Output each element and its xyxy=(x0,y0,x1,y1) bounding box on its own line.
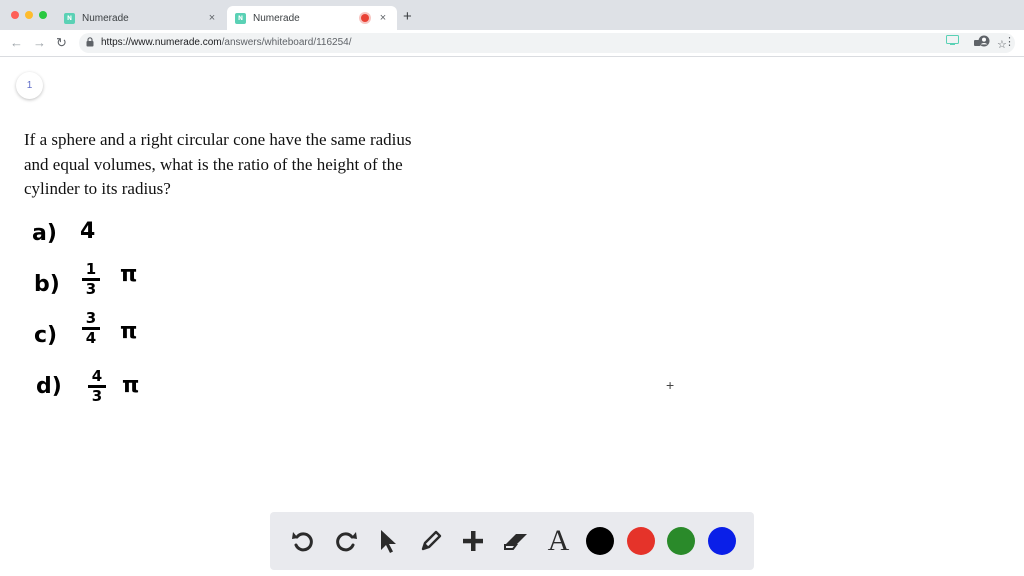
pen-icon[interactable] xyxy=(416,526,446,556)
option-c-numerator: 3 xyxy=(85,309,97,327)
option-b-denominator: 3 xyxy=(85,280,97,298)
question-text: If a sphere and a right circular cone ha… xyxy=(24,130,412,198)
option-d-letter: d) xyxy=(36,374,62,399)
forward-arrow-icon[interactable]: → xyxy=(33,35,46,50)
browser-tab-1[interactable]: N Numerade × xyxy=(56,6,226,30)
option-b-pi: π xyxy=(120,262,138,287)
color-swatch-green[interactable] xyxy=(667,527,696,555)
reload-icon[interactable]: ↻ xyxy=(56,35,67,51)
option-b-letter: b) xyxy=(34,272,60,297)
color-swatch-blue[interactable] xyxy=(707,527,736,555)
numerade-favicon-icon: N xyxy=(64,12,75,24)
tab-close-icon[interactable]: × xyxy=(375,12,391,24)
cast-icon[interactable] xyxy=(946,35,959,48)
option-c-letter: c) xyxy=(34,323,58,348)
redo-icon[interactable] xyxy=(331,526,361,556)
tab-close-icon[interactable]: × xyxy=(204,12,220,24)
browser-tab-strip: N Numerade × N Numerade × + xyxy=(0,0,1024,30)
pointer-arrow-icon[interactable] xyxy=(373,526,403,556)
color-swatch-black[interactable] xyxy=(585,527,614,555)
window-zoom-button[interactable] xyxy=(39,11,47,19)
crosshair-cursor-icon: + xyxy=(666,377,675,393)
option-c-fraction: 3 4 xyxy=(82,311,100,346)
window-minimize-button[interactable] xyxy=(25,11,33,19)
new-tab-button[interactable]: + xyxy=(403,8,412,25)
back-arrow-icon[interactable]: ← xyxy=(10,35,23,50)
option-d-fraction: 4 3 xyxy=(88,369,106,404)
option-b-fraction: 1 3 xyxy=(82,262,100,297)
color-swatch-red[interactable] xyxy=(626,527,655,555)
option-c-pi: π xyxy=(120,319,138,344)
browser-menu-icon[interactable]: ⋮ xyxy=(1004,35,1015,48)
add-shape-plus-icon[interactable] xyxy=(458,526,488,556)
text-tool-icon[interactable]: A xyxy=(543,524,573,557)
option-d-pi: π xyxy=(122,373,140,398)
url-text: https://www.numerade.com/answers/whitebo… xyxy=(101,37,352,48)
option-a-value: 4 xyxy=(80,219,96,244)
lock-icon xyxy=(86,37,94,49)
option-d-denominator: 3 xyxy=(91,387,103,405)
address-bar[interactable]: https://www.numerade.com/answers/whitebo… xyxy=(79,33,1015,53)
browser-toolbar: ← → ↻ https://www.numerade.com/answers/w… xyxy=(0,30,1024,57)
option-b-numerator: 1 xyxy=(85,260,97,278)
numerade-favicon-icon: N xyxy=(235,12,246,24)
account-icon[interactable] xyxy=(978,35,990,50)
tab-title: Numerade xyxy=(82,12,129,24)
option-a-letter: a) xyxy=(32,221,57,246)
browser-tab-2-active[interactable]: N Numerade × xyxy=(227,6,397,30)
option-c-denominator: 4 xyxy=(85,329,97,347)
drawing-toolbar: A xyxy=(270,512,754,570)
recording-indicator-icon xyxy=(361,14,369,22)
eraser-icon[interactable] xyxy=(501,526,531,556)
page-number-badge[interactable]: 1 xyxy=(16,72,43,99)
undo-icon[interactable] xyxy=(288,526,318,556)
window-close-button[interactable] xyxy=(11,11,19,19)
tab-title: Numerade xyxy=(253,12,300,24)
whiteboard-canvas[interactable]: 1 If a sphere and a right circular cone … xyxy=(0,57,1024,576)
option-d-numerator: 4 xyxy=(91,367,103,385)
